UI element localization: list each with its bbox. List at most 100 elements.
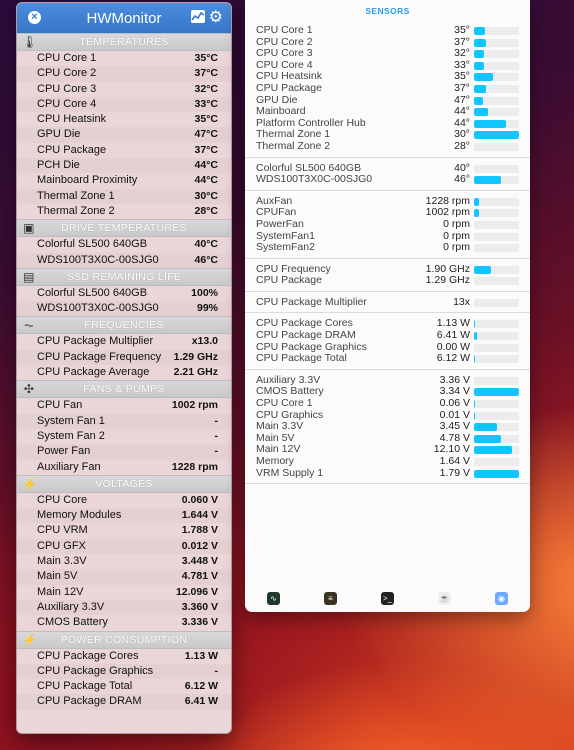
reading-value: 37° bbox=[454, 81, 470, 94]
reading-value: 1.64 V bbox=[439, 455, 470, 467]
sensor-row[interactable]: CPU Package Frequency 1.29 GHz bbox=[17, 349, 231, 366]
sensor-row[interactable]: Memory Modules 1.644 V bbox=[17, 508, 231, 524]
sensor-name: Main 3.3V bbox=[37, 555, 87, 568]
level-bar bbox=[474, 434, 519, 443]
sensor-group-temps: CPU Core 1 35° CPU Core 2 37° CPU Core 3 32° C… bbox=[245, 20, 530, 158]
activity-monitor-icon[interactable]: ∿ bbox=[267, 591, 280, 605]
level-bar bbox=[474, 343, 519, 352]
level-bar bbox=[474, 50, 519, 59]
sensor-row[interactable]: Main 12V 12.096 V bbox=[17, 585, 231, 600]
graph-icon[interactable] bbox=[191, 10, 205, 23]
sensor-row[interactable]: CPU Package Cores 1.13 W bbox=[17, 649, 231, 664]
sensor-row[interactable]: CPU Core 0.060 V bbox=[17, 493, 231, 508]
section-header-drive: ▣ DRIVE TEMPERATURES bbox=[17, 219, 231, 238]
sensor-value: 1228 rpm bbox=[171, 460, 218, 473]
terminal-icon[interactable]: >_ bbox=[381, 591, 394, 605]
sensor-value: 0.012 V bbox=[181, 539, 218, 552]
reading-name: CPU Heatsink bbox=[256, 70, 322, 83]
sensor-row[interactable]: Auxiliary Fan 1228 rpm bbox=[17, 460, 231, 475]
sensor-value: 35°C bbox=[194, 113, 218, 126]
sensor-row[interactable]: GPU Die 47°C bbox=[17, 127, 231, 143]
sensor-row[interactable]: CPU VRM 1.788 V bbox=[17, 523, 231, 538]
section-label: DRIVE TEMPERATURES bbox=[61, 222, 187, 235]
reading-name: CPU Frequency bbox=[256, 262, 331, 275]
level-bar-fill bbox=[474, 423, 497, 432]
level-bar-fill bbox=[474, 61, 485, 70]
sensor-row[interactable]: Mainboard Proximity 44°C bbox=[17, 173, 231, 188]
level-bar bbox=[474, 61, 519, 70]
reading-value: 1.29 GHz bbox=[425, 274, 470, 287]
sensor-name: Auxiliary Fan bbox=[37, 460, 101, 473]
sensor-value: - bbox=[214, 445, 219, 458]
reading-value: 46° bbox=[454, 173, 470, 186]
sensor-reading: Thermal Zone 2 28° bbox=[245, 140, 530, 153]
section-header-temps: 🌡 TEMPERATURES bbox=[17, 33, 231, 51]
sensor-value: - bbox=[214, 414, 219, 427]
sensor-row[interactable]: Colorful SL500 640GB 40°C bbox=[17, 237, 231, 252]
sensor-name: System Fan 1 bbox=[37, 414, 105, 427]
sensor-row[interactable]: CPU Package Average 2.21 GHz bbox=[17, 365, 231, 380]
sensor-row[interactable]: System Fan 2 - bbox=[17, 429, 231, 444]
sensor-row[interactable]: PCH Die 44°C bbox=[17, 158, 231, 174]
sensor-name: CPU GFX bbox=[37, 539, 86, 552]
section-header-ssd: ▤ SSD REMAINING LIFE bbox=[17, 267, 231, 286]
sensor-name: CPU Core 4 bbox=[37, 97, 97, 110]
level-bar bbox=[474, 298, 519, 307]
sensor-row[interactable]: CPU Core 3 32°C bbox=[17, 82, 231, 97]
sensor-row[interactable]: WDS100T3X0C-00SJG0 46°C bbox=[17, 252, 231, 268]
sensor-row[interactable]: CPU Package Total 6.12 W bbox=[17, 679, 231, 694]
sensor-row[interactable]: CPU Package Multiplier x13.0 bbox=[17, 334, 231, 349]
reading-name: Platform Controller Hub bbox=[256, 116, 366, 129]
sensor-row[interactable]: CMOS Battery 3.336 V bbox=[17, 615, 231, 630]
sensor-group-mult: CPU Package Multiplier 13x bbox=[245, 292, 530, 314]
reading-value: 44° bbox=[454, 105, 470, 118]
sensor-name: Thermal Zone 1 bbox=[37, 189, 115, 202]
level-bar-fill bbox=[474, 131, 519, 140]
sensor-row[interactable]: CPU Heatsink 35°C bbox=[17, 112, 231, 127]
section-label: POWER CONSUMPTION bbox=[60, 633, 188, 646]
sensor-row[interactable]: Power Fan - bbox=[17, 444, 231, 460]
coffee-icon[interactable]: ☕ bbox=[438, 591, 451, 605]
sensor-row[interactable]: Colorful SL500 640GB 100% bbox=[17, 286, 231, 301]
sensor-row[interactable]: CPU Package Graphics - bbox=[17, 663, 231, 680]
sensor-name: Main 12V bbox=[37, 585, 84, 598]
sensor-row[interactable]: WDS100T3X0C-00SJG0 99% bbox=[17, 301, 231, 317]
sensor-value: x13.0 bbox=[191, 335, 218, 348]
sensor-row[interactable]: CPU Core 2 37°C bbox=[17, 66, 231, 82]
sensor-row[interactable]: CPU Fan 1002 rpm bbox=[17, 398, 231, 413]
sensor-value: 37°C bbox=[194, 143, 218, 156]
reading-name: Main 5V bbox=[256, 431, 295, 444]
sensor-name: CPU Core 2 bbox=[37, 67, 97, 80]
level-bar-fill bbox=[474, 320, 476, 329]
sensor-row[interactable]: CPU GFX 0.012 V bbox=[17, 538, 231, 555]
sensor-value: - bbox=[214, 429, 219, 442]
sensor-reading: SystemFan2 0 rpm bbox=[245, 241, 530, 254]
sensor-row[interactable]: CPU Core 4 33°C bbox=[17, 96, 231, 113]
sensor-row[interactable]: Main 3.3V 3.448 V bbox=[17, 554, 231, 569]
reading-name: CPUFan bbox=[256, 206, 297, 219]
sensor-row[interactable]: System Fan 1 - bbox=[17, 413, 231, 429]
console-icon[interactable]: ≡ bbox=[324, 591, 337, 605]
level-bar-fill bbox=[474, 38, 487, 47]
reading-name: PowerFan bbox=[256, 217, 304, 230]
level-bar-fill bbox=[474, 446, 513, 455]
sensor-row[interactable]: CPU Package DRAM 6.41 W bbox=[17, 694, 231, 710]
level-bar bbox=[474, 142, 519, 151]
section-header-freq: ⏦ FREQUENCIES bbox=[17, 316, 231, 335]
sensor-name: Colorful SL500 640GB bbox=[37, 238, 148, 251]
section-label: TEMPERATURES bbox=[79, 36, 169, 48]
sensor-name: Thermal Zone 2 bbox=[37, 204, 115, 217]
level-bar bbox=[474, 131, 519, 140]
sensor-row[interactable]: CPU Package 37°C bbox=[17, 143, 231, 158]
reading-name: CPU Graphics bbox=[256, 408, 324, 421]
sensor-value: 32°C bbox=[194, 82, 218, 95]
browser-icon[interactable]: ◉ bbox=[495, 591, 508, 605]
sensor-row[interactable]: Thermal Zone 2 28°C bbox=[17, 204, 231, 219]
thermometer-icon: 🌡 bbox=[22, 35, 38, 49]
sensor-row[interactable]: Main 5V 4.781 V bbox=[17, 569, 231, 585]
sensor-value: 3.336 V bbox=[181, 616, 218, 629]
sensor-row[interactable]: Thermal Zone 1 30°C bbox=[17, 188, 231, 204]
sensor-row[interactable]: Auxiliary 3.3V 3.360 V bbox=[17, 599, 231, 616]
gear-icon[interactable]: ⚙ bbox=[209, 7, 223, 27]
sensor-row[interactable]: CPU Core 1 35°C bbox=[17, 51, 231, 66]
